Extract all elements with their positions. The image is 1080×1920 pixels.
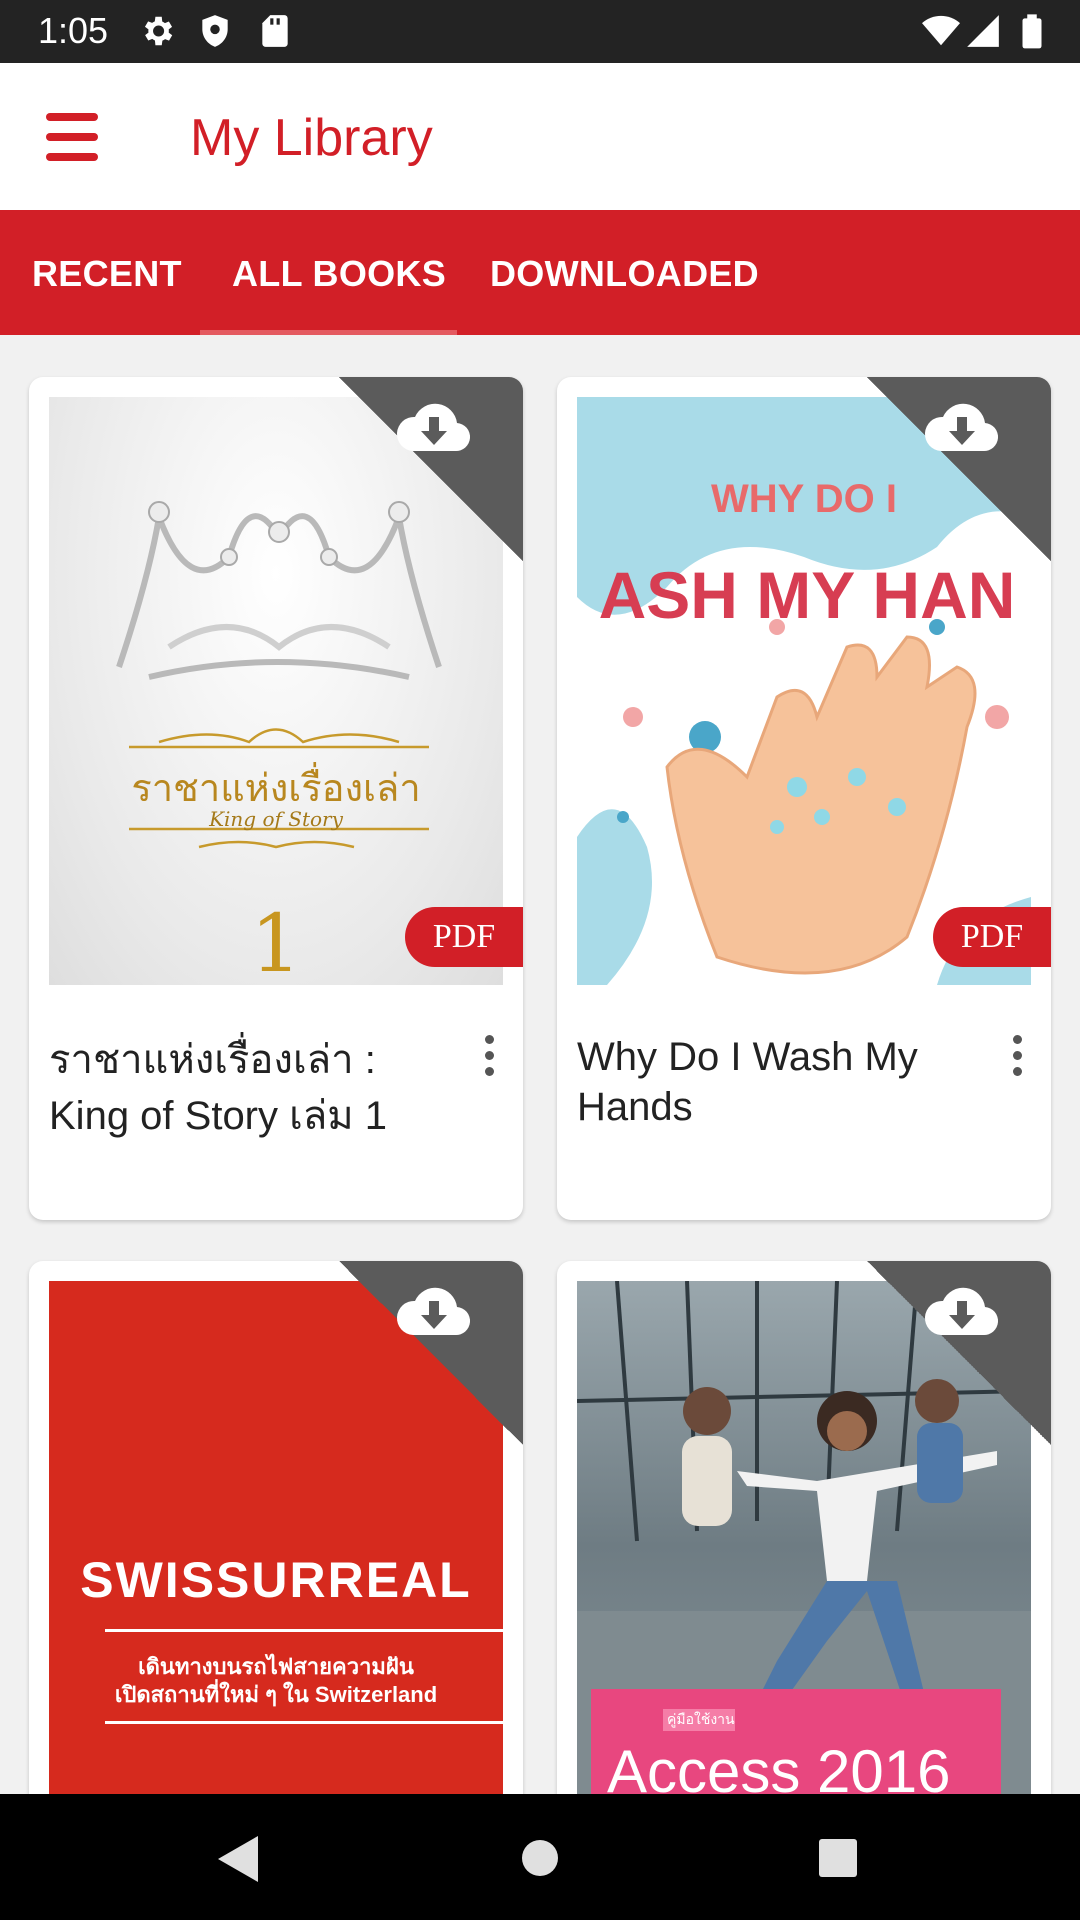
download-corner[interactable] bbox=[339, 377, 523, 561]
tab-bar: RECENT ALL BOOKS DOWNLOADED bbox=[0, 210, 1080, 335]
cover-rule bbox=[105, 1721, 503, 1724]
home-circle-icon[interactable] bbox=[520, 1838, 560, 1878]
wifi-icon bbox=[922, 15, 960, 46]
cover-subtitle-line-2: เปิดสถานที่ใหม่ ๆ ใน Switzerland bbox=[114, 1682, 438, 1707]
cover-title-line-2: ASH MY HAN bbox=[598, 558, 1016, 632]
tab-downloaded[interactable]: DOWNLOADED bbox=[490, 210, 759, 335]
settings-icon bbox=[144, 16, 173, 46]
cover-tag: คู่มือใช้งาน bbox=[667, 1711, 735, 1727]
pdf-badge: PDF bbox=[933, 907, 1051, 967]
download-corner[interactable] bbox=[339, 1261, 523, 1445]
pdf-badge: PDF bbox=[405, 907, 523, 967]
book-card[interactable]: ราชาแห่งเรื่องเล่า King of Story 1 PDF ร… bbox=[29, 377, 523, 1220]
recents-square-icon[interactable] bbox=[818, 1838, 858, 1878]
tab-recent[interactable]: RECENT bbox=[32, 210, 182, 335]
book-card[interactable]: SWISSURREAL เดินทางบนรถไฟสายความฝัน เปิด… bbox=[29, 1261, 523, 1861]
status-bar: 1:05 bbox=[0, 0, 1080, 63]
hamburger-menu-icon[interactable] bbox=[40, 109, 106, 165]
status-time: 1:05 bbox=[38, 10, 109, 51]
book-card[interactable]: WHY DO I ASH MY HAN PDF Why Do I Wash My… bbox=[557, 377, 1051, 1220]
tab-indicator bbox=[200, 330, 457, 335]
cloud-download-icon[interactable] bbox=[395, 1283, 473, 1339]
cover-rule bbox=[105, 1629, 503, 1632]
more-options-icon[interactable] bbox=[1007, 1035, 1027, 1081]
shield-icon bbox=[202, 15, 228, 47]
cloud-download-icon[interactable] bbox=[923, 1283, 1001, 1339]
cover-title: SWISSURREAL bbox=[80, 1552, 472, 1608]
back-triangle-icon[interactable] bbox=[214, 1834, 260, 1884]
system-nav-bar bbox=[0, 1794, 1080, 1920]
signal-icon bbox=[967, 15, 999, 47]
book-title: Why Do I Wash My Hands bbox=[577, 1035, 918, 1129]
cloud-download-icon[interactable] bbox=[923, 399, 1001, 455]
page-title: My Library bbox=[190, 109, 433, 167]
book-title: ราชาแห่งเรื่องเล่า : King of Story เล่ม … bbox=[49, 1038, 388, 1138]
cover-subtitle: King of Story bbox=[209, 807, 343, 831]
book-card[interactable]: คู่มือใช้งาน Access 2016 bbox=[557, 1261, 1051, 1861]
download-corner[interactable] bbox=[867, 1261, 1051, 1445]
more-options-icon[interactable] bbox=[479, 1035, 499, 1081]
cloud-download-icon[interactable] bbox=[395, 399, 473, 455]
sd-card-icon bbox=[262, 15, 288, 47]
download-corner[interactable] bbox=[867, 377, 1051, 561]
battery-icon bbox=[1022, 14, 1042, 49]
app-bar: My Library bbox=[0, 63, 1080, 210]
tab-all-books[interactable]: ALL BOOKS bbox=[232, 210, 446, 335]
